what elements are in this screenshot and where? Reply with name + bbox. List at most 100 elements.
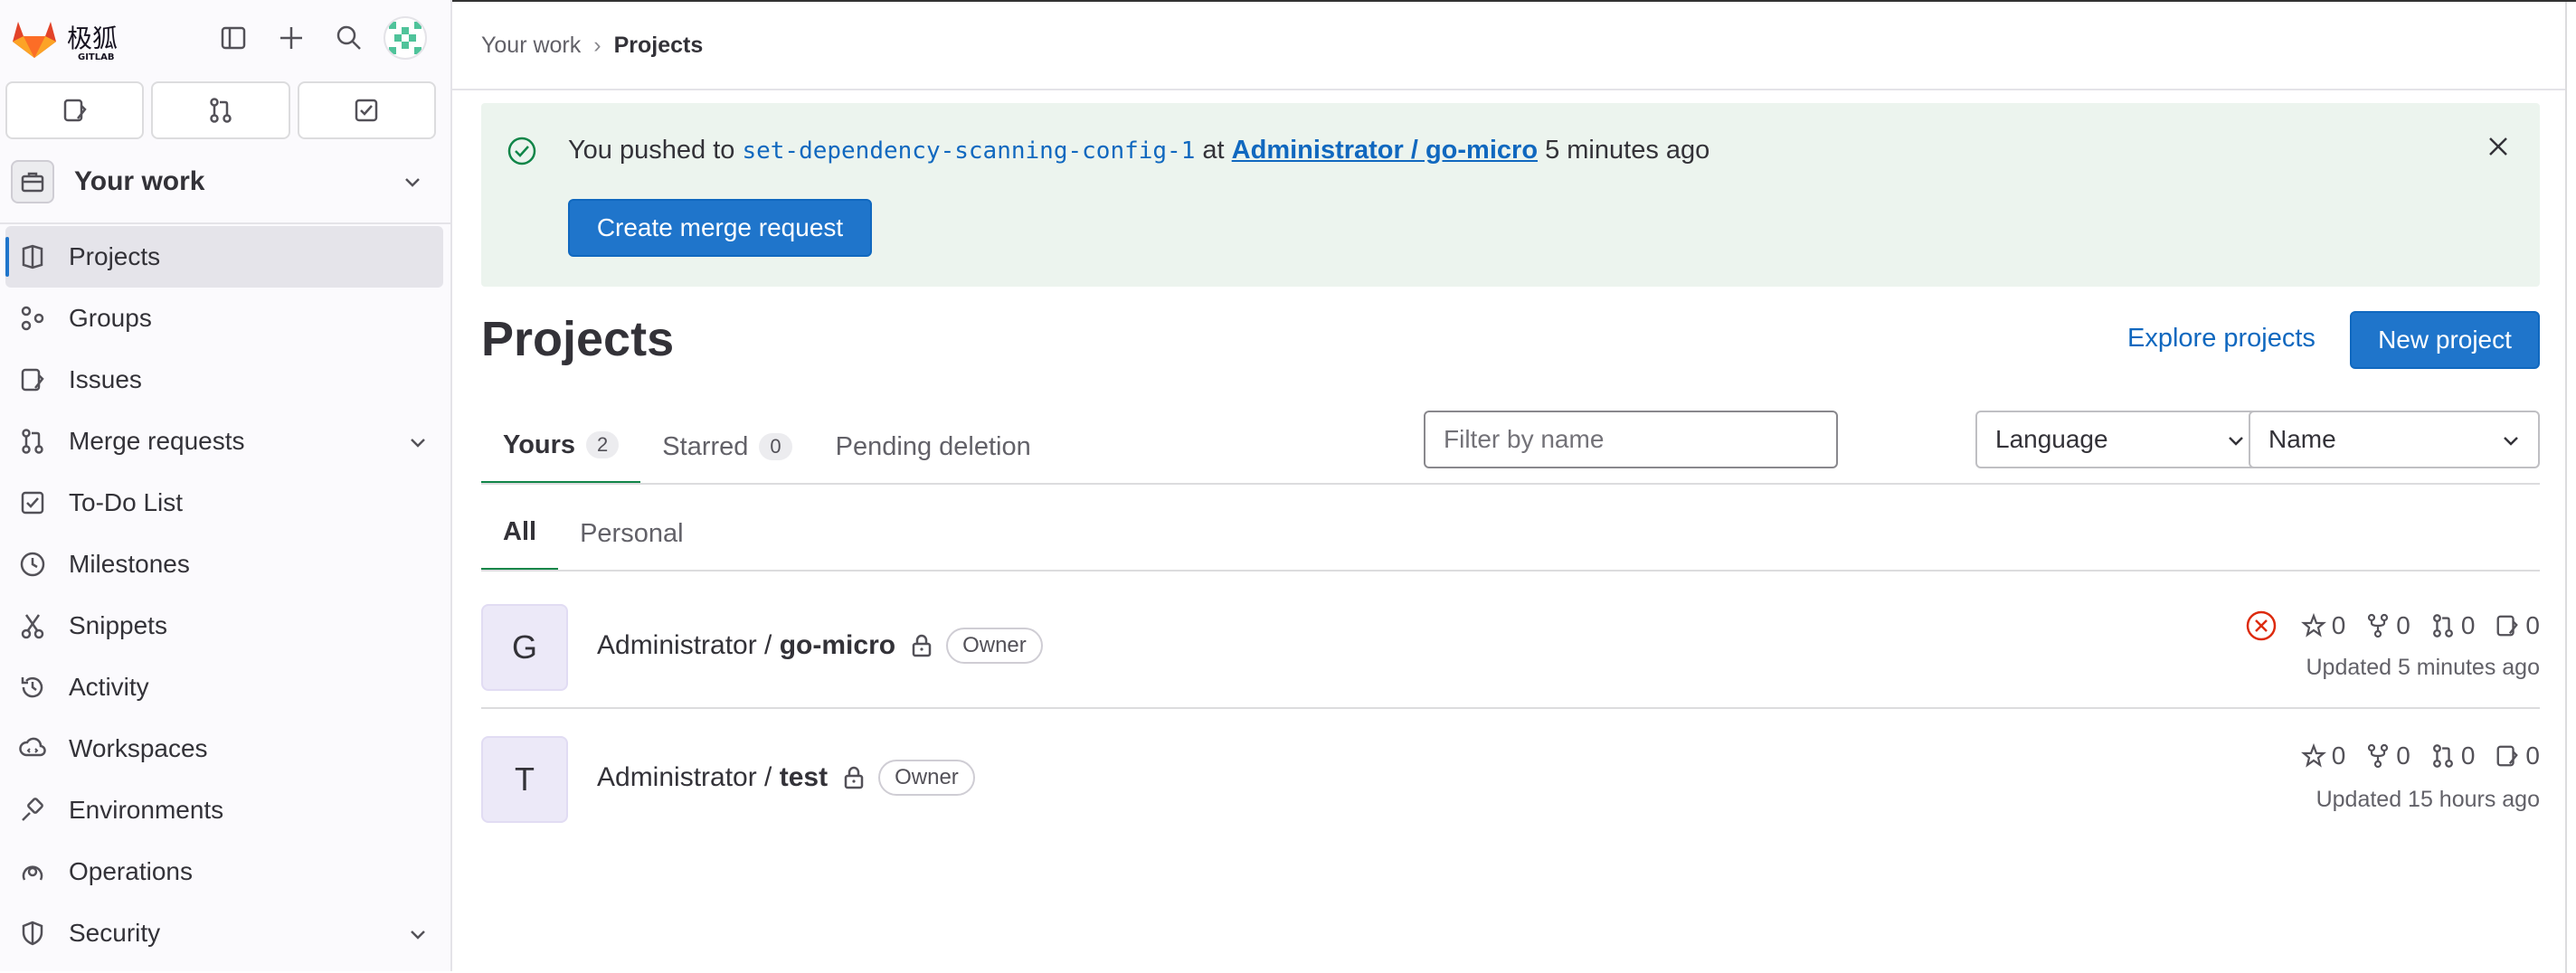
pipeline-failed-icon[interactable] [2245, 609, 2278, 642]
breadcrumb: Your work › Projects [481, 2, 703, 89]
sidebar-item-merge-requests[interactable]: Merge requests [0, 411, 452, 472]
assigned-issues-button[interactable] [5, 81, 145, 139]
sidebar-item-activity[interactable]: Activity [0, 657, 452, 718]
sidebar-toggle-icon[interactable] [213, 18, 253, 58]
history-icon [16, 671, 49, 704]
merge-request-icon [2432, 614, 2453, 638]
clock-icon [16, 548, 49, 581]
fork-icon [2368, 613, 2389, 638]
merge-requests-button[interactable] [151, 81, 290, 139]
create-merge-request-button[interactable]: Create merge request [568, 199, 872, 257]
tab-label: Pending deletion [835, 431, 1031, 461]
context-label: Your work [74, 166, 205, 196]
check-circle-icon [507, 136, 537, 173]
project-title[interactable]: Administrator / test Owner [597, 760, 975, 796]
project-subtabs: All Personal [481, 496, 706, 572]
close-icon[interactable] [2486, 134, 2511, 165]
project-namespace: Administrator / [597, 630, 772, 660]
sort-dropdown[interactable]: Name [2249, 411, 2540, 468]
sidebar-item-groups[interactable]: Groups [0, 288, 452, 349]
forks-count[interactable]: 0 [2365, 611, 2410, 640]
language-dropdown[interactable]: Language [1975, 411, 2265, 468]
project-avatar[interactable]: G [481, 604, 568, 691]
fork-icon [2368, 743, 2389, 769]
sidebar-item-snippets[interactable]: Snippets [0, 595, 452, 657]
project-link[interactable]: Administrator / go-micro [1232, 136, 1538, 165]
role-badge: Owner [946, 628, 1043, 664]
sidebar-item-projects[interactable]: Projects [5, 226, 443, 288]
star-icon [2300, 743, 2326, 768]
sidebar-item-label: Milestones [69, 550, 190, 578]
merge-requests-count[interactable]: 0 [2430, 742, 2475, 770]
todo-icon [16, 486, 49, 519]
scrollbar[interactable] [2565, 2, 2576, 973]
updated-time: Updated 5 minutes ago [2306, 655, 2540, 680]
stars-count[interactable]: 0 [2300, 611, 2345, 640]
subtab-personal[interactable]: Personal [558, 496, 705, 572]
merge-request-icon [2432, 744, 2453, 768]
stars-count[interactable]: 0 [2300, 742, 2345, 770]
deployments-icon [16, 855, 49, 888]
issues-count[interactable]: 0 [2495, 611, 2540, 640]
sidebar-item-issues[interactable]: Issues [0, 349, 452, 411]
sidebar-item-todo-list[interactable]: To-Do List [0, 472, 452, 534]
tab-label: Yours [503, 430, 576, 459]
issues-count[interactable]: 0 [2495, 742, 2540, 770]
issues-icon [2496, 745, 2519, 767]
branch-link[interactable]: set-dependency-scanning-config-1 [742, 137, 1195, 165]
page-title: Projects [481, 312, 675, 366]
chevron-down-icon[interactable] [407, 430, 429, 459]
updated-time: Updated 15 hours ago [2316, 787, 2540, 812]
sidebar-item-label: To-Do List [69, 488, 184, 516]
subtab-all[interactable]: All [481, 496, 559, 572]
context-switcher[interactable]: Your work [7, 156, 438, 208]
explore-projects-link[interactable]: Explore projects [2127, 324, 2316, 354]
sidebar-item-operations[interactable]: Operations [0, 841, 452, 902]
breadcrumb-your-work[interactable]: Your work [481, 33, 581, 59]
chevron-down-icon[interactable] [407, 922, 429, 951]
sidebar-item-environments[interactable]: Environments [0, 779, 452, 841]
sidebar-item-security[interactable]: Security [0, 902, 452, 964]
plus-icon[interactable] [271, 18, 311, 58]
sidebar-item-label: Operations [69, 857, 193, 885]
alert-time: 5 minutes ago [1545, 136, 1710, 165]
merge-request-icon [210, 98, 232, 123]
tab-pending-deletion[interactable]: Pending deletion [814, 409, 1053, 485]
filter-by-name-input[interactable] [1424, 411, 1838, 468]
issues-icon [16, 364, 49, 396]
logo-text: 极狐 [67, 24, 118, 53]
sort-dropdown-label: Name [2268, 425, 2336, 453]
project-icon [16, 241, 49, 273]
sidebar-item-workspaces[interactable]: Workspaces [0, 718, 452, 779]
forks-count[interactable]: 0 [2365, 742, 2410, 770]
sidebar-divider [0, 222, 452, 224]
project-name[interactable]: go-micro [780, 630, 895, 661]
tab-yours[interactable]: Yours 2 [481, 409, 641, 485]
project-name[interactable]: test [780, 762, 828, 793]
gitlab-logo[interactable]: 极狐 GITLAB [9, 13, 118, 63]
project-avatar[interactable]: T [481, 736, 568, 823]
push-alert: You pushed to set-dependency-scanning-co… [481, 103, 2540, 287]
project-title[interactable]: Administrator / go-micro Owner [597, 628, 1043, 664]
sidebar-shortcuts [5, 81, 436, 139]
chevron-down-icon [2225, 429, 2247, 458]
role-badge: Owner [878, 760, 975, 796]
tabs-divider [481, 483, 2540, 485]
sidebar-item-label: Projects [69, 242, 161, 270]
search-icon[interactable] [329, 18, 369, 58]
briefcase-icon [11, 160, 54, 203]
user-avatar[interactable] [384, 16, 427, 60]
new-project-button[interactable]: New project [2350, 311, 2540, 369]
svg-text:GITLAB: GITLAB [78, 52, 114, 62]
breadcrumb-current: Projects [613, 32, 704, 58]
todos-button[interactable] [297, 81, 436, 139]
sidebar-item-milestones[interactable]: Milestones [0, 534, 452, 595]
lock-icon [842, 766, 866, 789]
sidebar-item-label: Environments [69, 796, 224, 824]
merge-requests-count[interactable]: 0 [2430, 611, 2475, 640]
tab-starred[interactable]: Starred 0 [640, 409, 813, 485]
alert-message: You pushed to set-dependency-scanning-co… [568, 136, 1709, 165]
project-stats: 0 0 0 0 [2245, 609, 2540, 642]
subtabs-divider [481, 570, 2540, 572]
sidebar-nav: Projects Groups Issues Merge requests To… [0, 226, 452, 964]
